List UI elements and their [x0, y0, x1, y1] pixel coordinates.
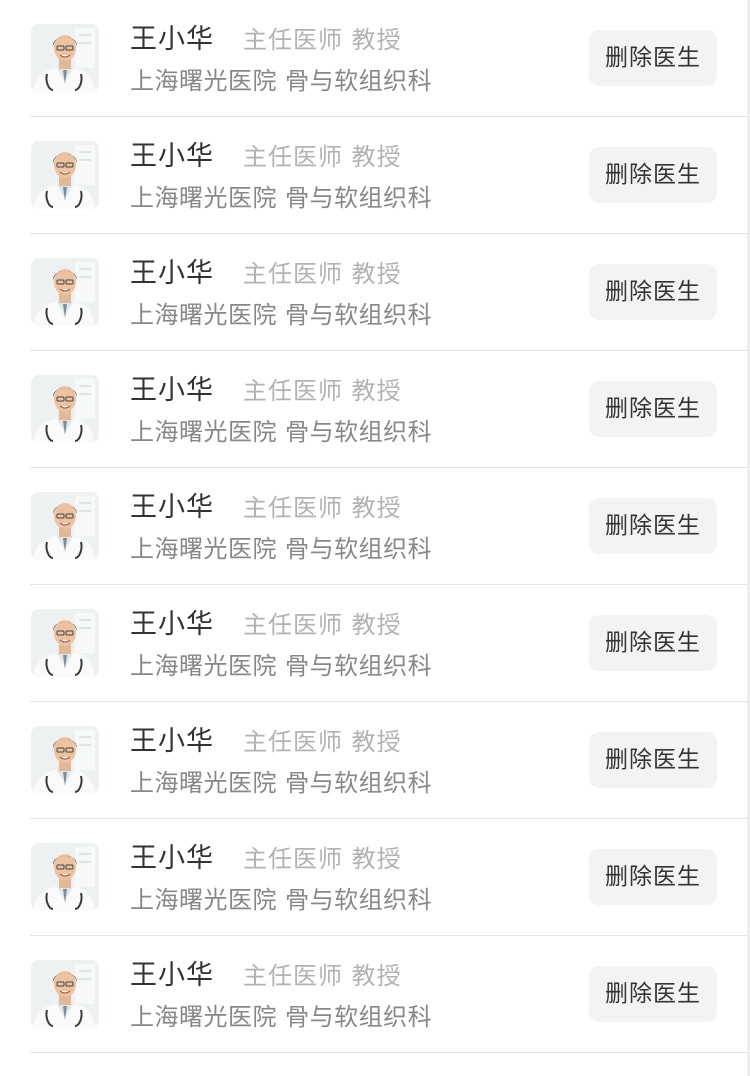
- doctor-hospital: 上海曙光医院 骨与软组织科: [130, 418, 433, 446]
- doctor-row: 王小华 主任医师 教授 上海曙光医院 骨与软组织科 删除医生: [30, 936, 747, 1053]
- doctor-row: 王小华 主任医师 教授 上海曙光医院 骨与软组织科 删除医生: [30, 117, 747, 234]
- doctor-hospital: 上海曙光医院 骨与软组织科: [130, 886, 433, 914]
- delete-doctor-button[interactable]: 删除医生: [589, 30, 717, 86]
- doctor-title: 主任医师 教授: [243, 611, 402, 639]
- doctor-name: 王小华: [130, 960, 214, 991]
- doctor-hospital: 上海曙光医院 骨与软组织科: [130, 535, 433, 563]
- doctor-hospital: 上海曙光医院 骨与软组织科: [130, 769, 433, 797]
- doctor-name: 王小华: [130, 24, 214, 55]
- doctor-hospital: 上海曙光医院 骨与软组织科: [130, 67, 433, 95]
- delete-doctor-button[interactable]: 删除医生: [589, 849, 717, 905]
- delete-doctor-button[interactable]: 删除医生: [589, 147, 717, 203]
- doctor-name: 王小华: [130, 726, 214, 757]
- doctor-hospital: 上海曙光医院 骨与软组织科: [130, 652, 433, 680]
- delete-doctor-button[interactable]: 删除医生: [589, 966, 717, 1022]
- doctor-name: 王小华: [130, 375, 214, 406]
- doctor-name: 王小华: [130, 843, 214, 874]
- doctor-avatar-icon: [31, 375, 99, 443]
- doctor-hospital: 上海曙光医院 骨与软组织科: [130, 301, 433, 329]
- doctor-list-page: 王小华 主任医师 教授 上海曙光医院 骨与软组织科 删除医生 王小华 主任医师 …: [0, 0, 750, 1076]
- doctor-row: 王小华 主任医师 教授 上海曙光医院 骨与软组织科 删除医生: [30, 0, 747, 117]
- doctor-avatar-icon: [31, 609, 99, 677]
- delete-doctor-button[interactable]: 删除医生: [589, 381, 717, 437]
- doctor-list: 王小华 主任医师 教授 上海曙光医院 骨与软组织科 删除医生 王小华 主任医师 …: [0, 0, 750, 1053]
- doctor-title: 主任医师 教授: [243, 494, 402, 522]
- doctor-avatar-icon: [31, 141, 99, 209]
- doctor-row: 王小华 主任医师 教授 上海曙光医院 骨与软组织科 删除医生: [30, 351, 747, 468]
- doctor-name: 王小华: [130, 492, 214, 523]
- doctor-avatar-icon: [31, 492, 99, 560]
- doctor-title: 主任医师 教授: [243, 377, 402, 405]
- doctor-avatar-icon: [31, 726, 99, 794]
- doctor-row: 王小华 主任医师 教授 上海曙光医院 骨与软组织科 删除医生: [30, 585, 747, 702]
- doctor-avatar-icon: [31, 24, 99, 92]
- doctor-name: 王小华: [130, 258, 214, 289]
- delete-doctor-button[interactable]: 删除医生: [589, 615, 717, 671]
- delete-doctor-button[interactable]: 删除医生: [589, 264, 717, 320]
- doctor-title: 主任医师 教授: [243, 260, 402, 288]
- doctor-title: 主任医师 教授: [243, 26, 402, 54]
- doctor-name: 王小华: [130, 609, 214, 640]
- doctor-row: 王小华 主任医师 教授 上海曙光医院 骨与软组织科 删除医生: [30, 702, 747, 819]
- doctor-row: 王小华 主任医师 教授 上海曙光医院 骨与软组织科 删除医生: [30, 468, 747, 585]
- doctor-title: 主任医师 教授: [243, 962, 402, 990]
- doctor-avatar-icon: [31, 960, 99, 1028]
- delete-doctor-button[interactable]: 删除医生: [589, 498, 717, 554]
- doctor-row: 王小华 主任医师 教授 上海曙光医院 骨与软组织科 删除医生: [30, 819, 747, 936]
- doctor-title: 主任医师 教授: [243, 845, 402, 873]
- doctor-avatar-icon: [31, 843, 99, 911]
- doctor-avatar-icon: [31, 258, 99, 326]
- doctor-name: 王小华: [130, 141, 214, 172]
- delete-doctor-button[interactable]: 删除医生: [589, 732, 717, 788]
- doctor-title: 主任医师 教授: [243, 143, 402, 171]
- doctor-hospital: 上海曙光医院 骨与软组织科: [130, 1003, 433, 1031]
- doctor-hospital: 上海曙光医院 骨与软组织科: [130, 184, 433, 212]
- doctor-title: 主任医师 教授: [243, 728, 402, 756]
- doctor-row: 王小华 主任医师 教授 上海曙光医院 骨与软组织科 删除医生: [30, 234, 747, 351]
